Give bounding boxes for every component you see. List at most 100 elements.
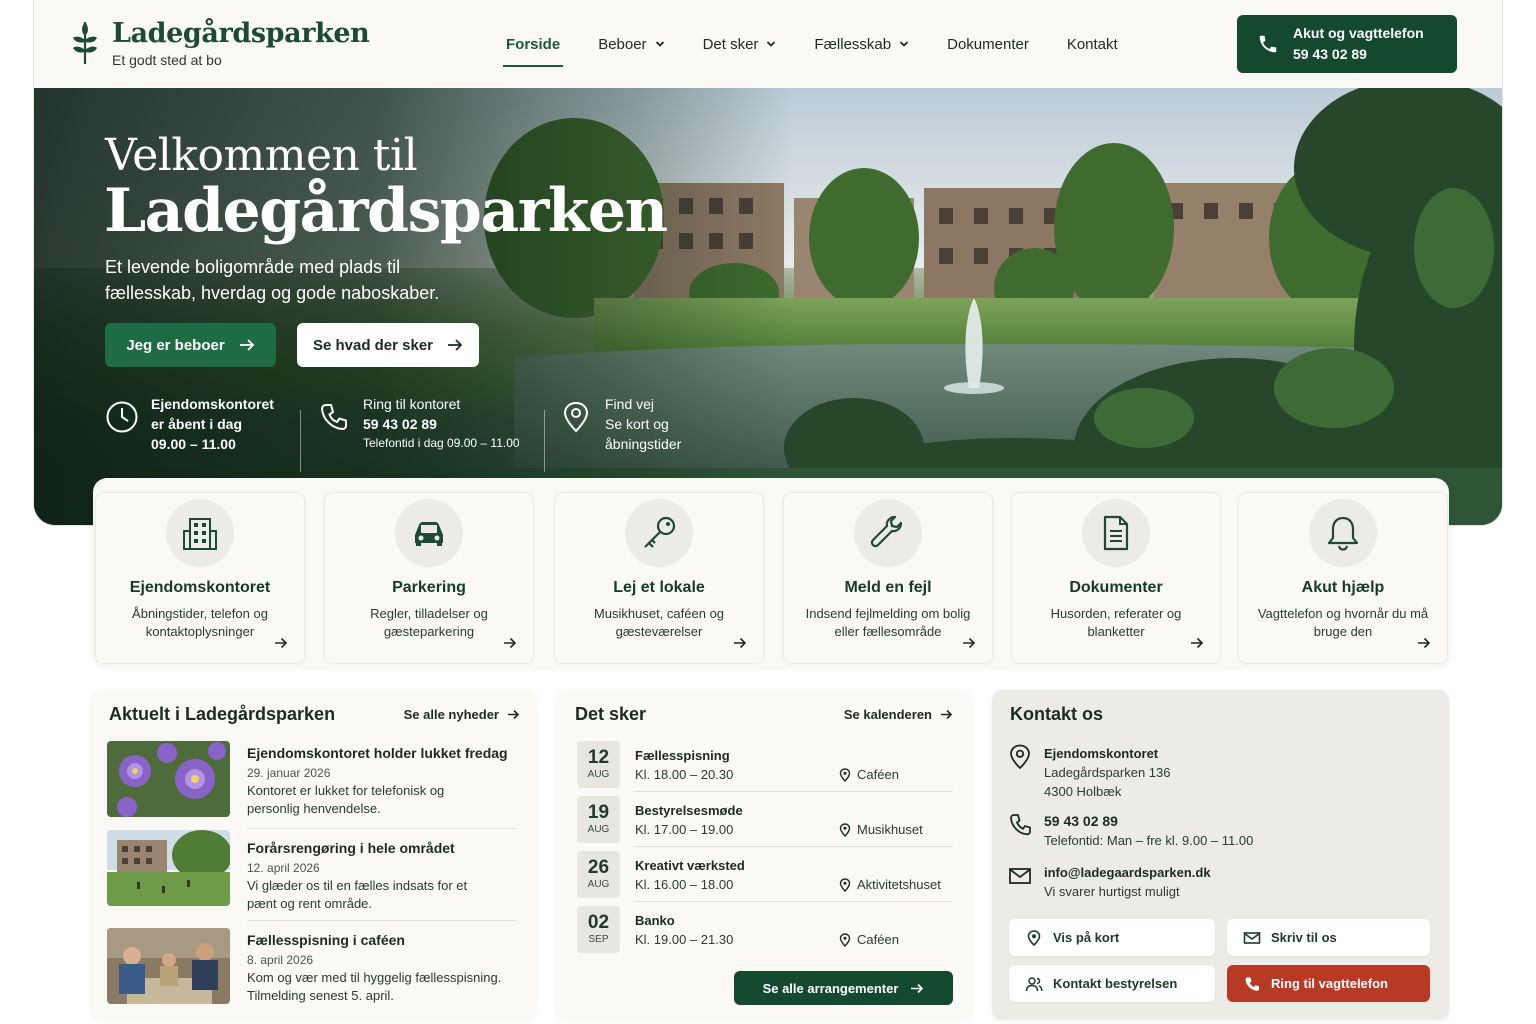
contact-email[interactable]: info@ladegaardsparken.dk Vi svarer hurti… — [1008, 863, 1211, 901]
arrow-right-icon — [275, 637, 288, 649]
event-title: Fællesspisning — [635, 748, 730, 763]
event-location-label: Caféen — [857, 932, 899, 947]
event-item[interactable]: 12 AUG Fællesspisning Kl. 18.00 – 20.30 … — [577, 741, 953, 789]
map-pin-icon — [839, 822, 851, 837]
calendar-link-label: Se kalenderen — [843, 707, 932, 722]
news-divider — [247, 828, 517, 829]
card-description: Husorden, referater og blanketter — [1050, 606, 1182, 639]
events-hero-button-label: Se hvad der sker — [312, 336, 434, 354]
hero-section: Velkommen til Ladegårdsparken Et levende… — [34, 88, 1502, 525]
chevron-down-icon — [899, 41, 909, 47]
card-icon-circle — [166, 499, 234, 567]
nav-label: Forside — [506, 35, 561, 53]
nav-item-dokumenter[interactable]: Dokumenter — [947, 0, 1029, 88]
contact-phone-hours: Telefontid: Man – fre kl. 9.00 – 11.00 — [1044, 833, 1254, 848]
events-heading: Det sker — [575, 704, 647, 724]
event-day: 26 — [587, 857, 610, 878]
nav-label: Fællesskab — [814, 35, 892, 53]
emergency-phone-button[interactable]: Akut og vagttelefon 59 43 02 89 — [1237, 15, 1457, 73]
card-ejendomskontoret[interactable]: Ejendomskontoret Åbningstider, telefon o… — [95, 492, 305, 664]
contact-office: Ejendomskontoret Ladegårdsparken 136 430… — [1008, 744, 1171, 801]
contact-heading: Kontakt os — [1010, 704, 1104, 724]
resident-button[interactable]: Jeg er beboer — [105, 323, 276, 367]
find-way-line2: Se kort og — [605, 416, 669, 432]
card-akut-hjaelp[interactable]: Akut hjælp Vagttelefon og hvornår du må … — [1238, 492, 1448, 664]
contact-phone[interactable]: 59 43 02 89 Telefontid: Man – fre kl. 9.… — [1008, 812, 1253, 850]
phone-icon — [1259, 35, 1277, 53]
call-duty-phone-button[interactable]: Ring til vagttelefon — [1227, 965, 1430, 1002]
nav-item-kontakt[interactable]: Kontakt — [1067, 0, 1118, 88]
all-events-button[interactable]: Se alle arrangementer — [734, 971, 953, 1005]
event-title: Bestyrelsesmøde — [635, 803, 743, 818]
events-panel: Det sker Se kalenderen 12 AUG Fællesspis… — [557, 690, 971, 1020]
arrow-right-icon — [239, 339, 254, 351]
card-description: Regler, tilladelser og gæsteparkering — [370, 606, 488, 639]
chevron-down-icon — [767, 41, 776, 47]
info-divider — [544, 410, 545, 472]
event-location: Caféen — [839, 932, 899, 947]
card-icon-circle — [395, 499, 463, 567]
event-month: AUG — [587, 769, 610, 780]
emergency-phone: 59 43 02 89 — [1293, 46, 1367, 62]
news-body: Kom og vær med til hyggelig fællesspisni… — [247, 970, 502, 985]
news-item[interactable]: Ejendomskontoret holder lukket fredag 29… — [107, 741, 518, 821]
event-month: AUG — [587, 824, 610, 835]
phone-icon — [1245, 977, 1259, 991]
contact-panel: Kontakt os Ejendomskontoret Ladegårdspar… — [992, 690, 1449, 1020]
card-lej-et-lokale[interactable]: Lej et lokale Musikhuset, caféen og gæst… — [554, 492, 764, 664]
event-divider — [634, 901, 953, 902]
contact-email-address: info@ladegaardsparken.dk — [1044, 865, 1211, 880]
events-hero-button[interactable]: Se hvad der sker — [297, 323, 479, 367]
contact-email-note: Vi svarer hurtigst muligt — [1044, 884, 1180, 899]
card-description: Indsend fejlmelding om bolig eller fælle… — [805, 606, 971, 639]
main-nav: Forside Beboer Det sker Fællesskab Dokum… — [502, 0, 1156, 88]
event-day: 02 — [587, 912, 610, 933]
card-icon-circle — [1082, 499, 1150, 567]
card-meld-en-fejl[interactable]: Meld en fejl Indsend fejlmelding om boli… — [783, 492, 993, 664]
arrow-right-icon — [448, 339, 463, 351]
event-divider — [634, 846, 953, 847]
all-news-link-label: Se alle nyheder — [403, 707, 499, 722]
event-item[interactable]: 02 SEP Banko Kl. 19.00 – 21.30 Caféen — [577, 906, 953, 954]
card-icon-circle — [1309, 499, 1377, 567]
find-way-info[interactable]: Find vej Se kort og åbningstider — [559, 394, 681, 454]
call-office-info[interactable]: Ring til kontoret 59 43 02 89 Telefontid… — [317, 394, 520, 452]
mail-icon — [1243, 931, 1261, 944]
calendar-link[interactable]: Se kalenderen — [844, 707, 953, 722]
people-icon — [1025, 976, 1043, 991]
phone-icon — [1010, 814, 1031, 836]
all-news-link[interactable]: Se alle nyheder — [404, 707, 520, 722]
card-icon-circle — [625, 499, 693, 567]
nav-item-forside[interactable]: Forside — [502, 0, 564, 88]
news-date: 12. april 2026 — [247, 861, 320, 875]
event-month: SEP — [588, 934, 609, 945]
all-events-button-label: Se alle arrangementer — [762, 980, 899, 996]
find-way-title: Find vej — [605, 396, 655, 412]
event-month: AUG — [587, 879, 610, 890]
hero-lead: Et levende boligområde med plads til fæl… — [105, 257, 440, 303]
news-item[interactable]: Forårsrengøring i hele området 12. april… — [107, 830, 518, 911]
news-item[interactable]: Fællesspisning i caféen 8. april 2026 Ko… — [107, 928, 518, 1008]
contact-board-button[interactable]: Kontakt bestyrelsen — [1009, 965, 1215, 1002]
show-map-button[interactable]: Vis på kort — [1009, 919, 1215, 956]
event-title: Kreativt værksted — [635, 858, 745, 873]
news-body: Kontoret er lukket for telefonisk og — [247, 783, 445, 798]
event-item[interactable]: 19 AUG Bestyrelsesmøde Kl. 17.00 – 19.00… — [577, 796, 953, 844]
nav-item-faellesskab[interactable]: Fællesskab — [814, 0, 909, 88]
nav-item-det-sker[interactable]: Det sker — [703, 0, 777, 88]
write-us-button[interactable]: Skriv til os — [1227, 919, 1430, 956]
card-dokumenter[interactable]: Dokumenter Husorden, referater og blanke… — [1011, 492, 1221, 664]
info-divider — [300, 410, 301, 472]
page-frame: Ladegårdsparken Et godt sted at bo Forsi… — [33, 0, 1503, 526]
news-date: 29. januar 2026 — [247, 766, 331, 780]
map-pin-icon — [839, 877, 851, 892]
card-parkering[interactable]: Parkering Regler, tilladelser og gæstepa… — [324, 492, 534, 664]
event-title: Banko — [635, 913, 675, 928]
event-item[interactable]: 26 AUG Kreativt værksted Kl. 16.00 – 18.… — [577, 851, 953, 899]
nav-item-beboer[interactable]: Beboer — [598, 0, 664, 88]
site-logo[interactable]: Ladegårdsparken Et godt sted at bo — [70, 18, 370, 68]
emergency-title: Akut og vagttelefon — [1293, 25, 1424, 41]
wrench-icon — [870, 515, 903, 548]
arrow-right-icon — [508, 709, 520, 720]
brand-tagline: Et godt sted at bo — [112, 52, 222, 68]
